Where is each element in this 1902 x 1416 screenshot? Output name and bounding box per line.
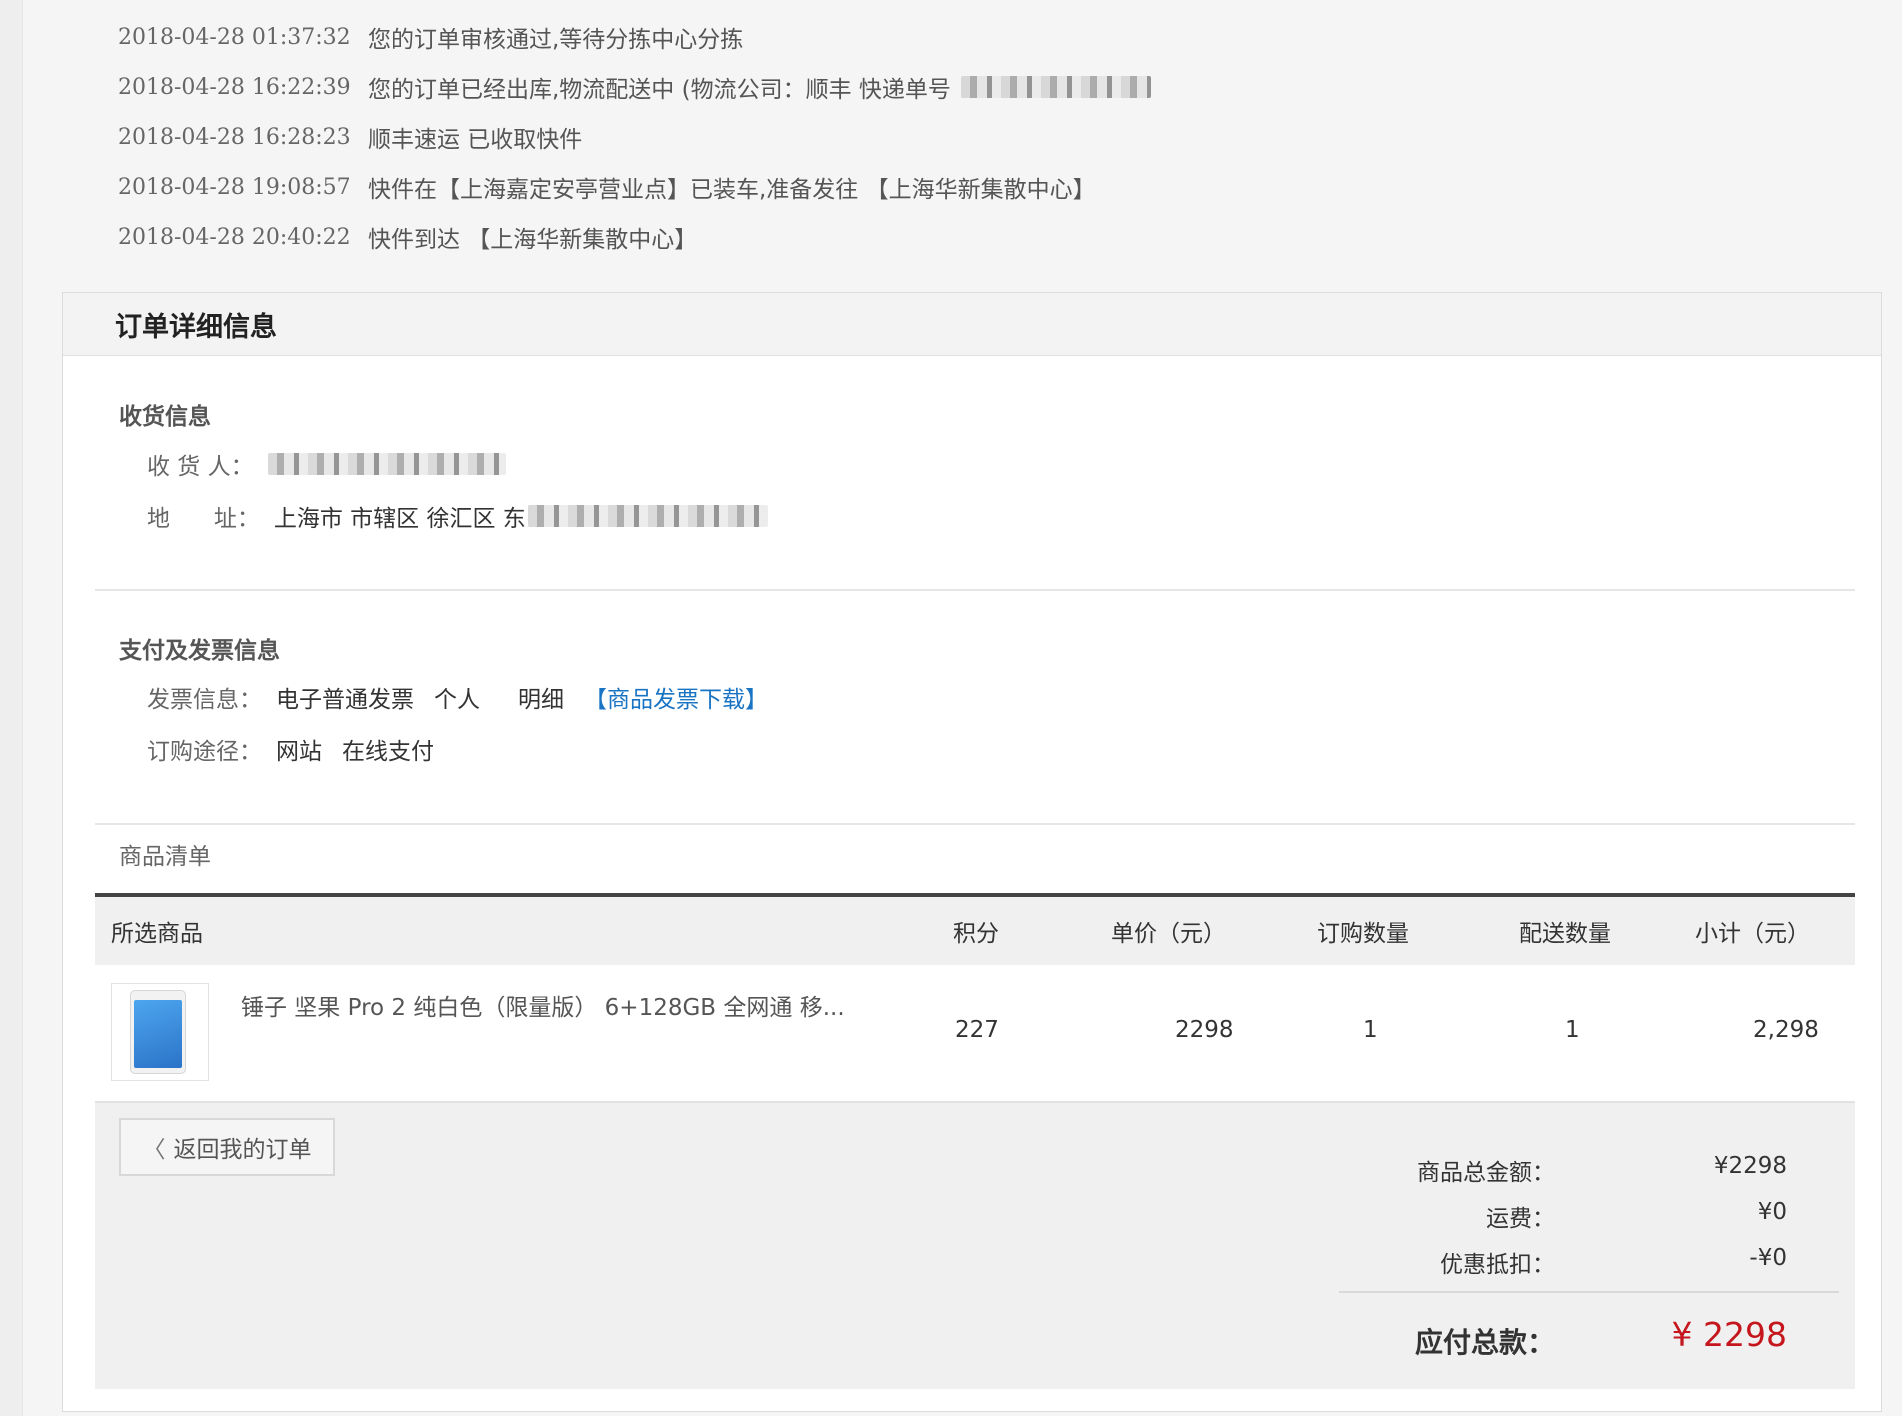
payable-total: ¥ 2298 — [1671, 1315, 1787, 1354]
invoice-row: 发票信息： 电子普通发票 个人 明细 【商品发票下载】 — [147, 677, 768, 717]
left-scroll-strip — [0, 0, 23, 1416]
section-divider — [95, 589, 1855, 591]
tracking-entry: 2018-04-28 19:08:57 快件在【上海嘉定安亭营业点】已装车,准备… — [118, 162, 1218, 212]
product-name-link[interactable]: 锤子 坚果 Pro 2 纯白色（限量版） 6+128GB 全网通 移... — [241, 985, 845, 1025]
tracking-time: 2018-04-28 20:40:22 — [118, 224, 351, 250]
tracking-time: 2018-04-28 16:28:23 — [118, 124, 351, 150]
tracking-time: 2018-04-28 01:37:32 — [118, 24, 351, 50]
pay-method: 在线支付 — [342, 739, 434, 765]
channel-label: 订购途径： — [147, 739, 262, 765]
invoice-label: 发票信息： — [147, 687, 262, 713]
tracking-log: 2018-04-28 01:37:32 您的订单审核通过,等待分拣中心分拣 20… — [118, 12, 1218, 262]
receiver-row: 收 货 人： — [147, 444, 506, 484]
discount-value: -¥0 — [1749, 1245, 1787, 1271]
payment-section-title: 支付及发票信息 — [119, 638, 280, 664]
invoice-content: 明细 — [518, 687, 564, 713]
product-points: 227 — [955, 1017, 999, 1043]
tracking-text: 您的订单已经出库,物流配送中 (物流公司：顺丰 快递单号 — [368, 77, 951, 103]
redacted-address — [527, 505, 768, 527]
order-detail-panel: 订单详细信息 收货信息 收 货 人： 地 址： 上海市 市辖区 徐汇区 东 支付… — [62, 292, 1882, 1412]
invoice-type: 电子普通发票 — [276, 687, 414, 713]
order-summary: 〈 返回我的订单 商品总金额： ¥2298 运费： ¥0 优惠抵扣： -¥0 应… — [95, 1103, 1855, 1389]
column-header-subtotal: 小计（元） — [1695, 921, 1810, 947]
channel-value: 网站 — [276, 739, 322, 765]
discount-label: 优惠抵扣： — [1440, 1252, 1555, 1278]
section-divider — [95, 823, 1855, 825]
table-row: ●● 锤子 坚果 Pro 2 纯白色（限量版） 6+128GB 全网通 移...… — [95, 965, 1855, 1103]
back-button-label: 返回我的订单 — [173, 1137, 312, 1163]
shipping-fee-value: ¥0 — [1757, 1199, 1787, 1225]
tracking-time: 2018-04-28 19:08:57 — [118, 174, 351, 200]
goods-total-label: 商品总金额： — [1417, 1160, 1555, 1186]
product-thumbnail[interactable]: ●● — [111, 983, 209, 1081]
address-label: 地 址： — [147, 506, 260, 532]
channel-row: 订购途径： 网站 在线支付 — [147, 729, 434, 769]
redacted-receiver — [267, 453, 506, 475]
tracking-text: 您的订单审核通过,等待分拣中心分拣 — [368, 27, 744, 53]
summary-divider — [1339, 1291, 1839, 1293]
payable-label: 应付总款： — [1414, 1326, 1555, 1359]
product-order-qty: 1 — [1363, 1017, 1378, 1043]
tracking-entry: 2018-04-28 16:22:39 您的订单已经出库,物流配送中 (物流公司… — [118, 62, 1218, 112]
tracking-entry: 2018-04-28 20:40:22 快件到达 【上海华新集散中心】 — [118, 212, 1218, 262]
invoice-title: 个人 — [434, 687, 480, 713]
product-price: 2298 — [1175, 1017, 1234, 1043]
column-header-product: 所选商品 — [111, 921, 203, 947]
column-header-price: 单价（元） — [1111, 921, 1226, 947]
tracking-time: 2018-04-28 16:22:39 — [118, 74, 351, 100]
chevron-left-icon: 〈 — [142, 1137, 166, 1163]
tracking-entry: 2018-04-28 01:37:32 您的订单审核通过,等待分拣中心分拣 — [118, 12, 1218, 62]
tracking-text: 顺丰速运 已收取快件 — [368, 127, 583, 153]
receiver-label: 收 货 人： — [147, 454, 254, 480]
address-value: 上海市 市辖区 徐汇区 东 — [273, 506, 526, 532]
back-to-orders-button[interactable]: 〈 返回我的订单 — [119, 1118, 335, 1176]
goods-total-value: ¥2298 — [1713, 1153, 1787, 1179]
goods-list-title: 商品清单 — [119, 844, 211, 870]
address-row: 地 址： 上海市 市辖区 徐汇区 东 — [147, 496, 768, 536]
phone-screen-image — [134, 1000, 182, 1068]
shipping-fee-label: 运费： — [1486, 1206, 1555, 1232]
tracking-text: 快件到达 【上海华新集散中心】 — [368, 227, 698, 253]
product-subtotal: 2,298 — [1753, 1017, 1819, 1043]
product-ship-qty: 1 — [1565, 1017, 1580, 1043]
column-header-order-qty: 订购数量 — [1317, 921, 1409, 947]
redacted-tracking-number — [960, 76, 1151, 98]
invoice-download-link[interactable]: 【商品发票下载】 — [584, 680, 768, 714]
panel-title: 订单详细信息 — [63, 293, 1881, 356]
goods-table-header: 所选商品 积分 单价（元） 订购数量 配送数量 小计（元） — [95, 893, 1855, 965]
shipping-section-title: 收货信息 — [119, 404, 211, 430]
column-header-ship-qty: 配送数量 — [1519, 921, 1611, 947]
tracking-entry: 2018-04-28 16:28:23 顺丰速运 已收取快件 — [118, 112, 1218, 162]
tracking-text: 快件在【上海嘉定安亭营业点】已装车,准备发往 【上海华新集散中心】 — [368, 177, 1096, 203]
column-header-points: 积分 — [953, 921, 999, 947]
